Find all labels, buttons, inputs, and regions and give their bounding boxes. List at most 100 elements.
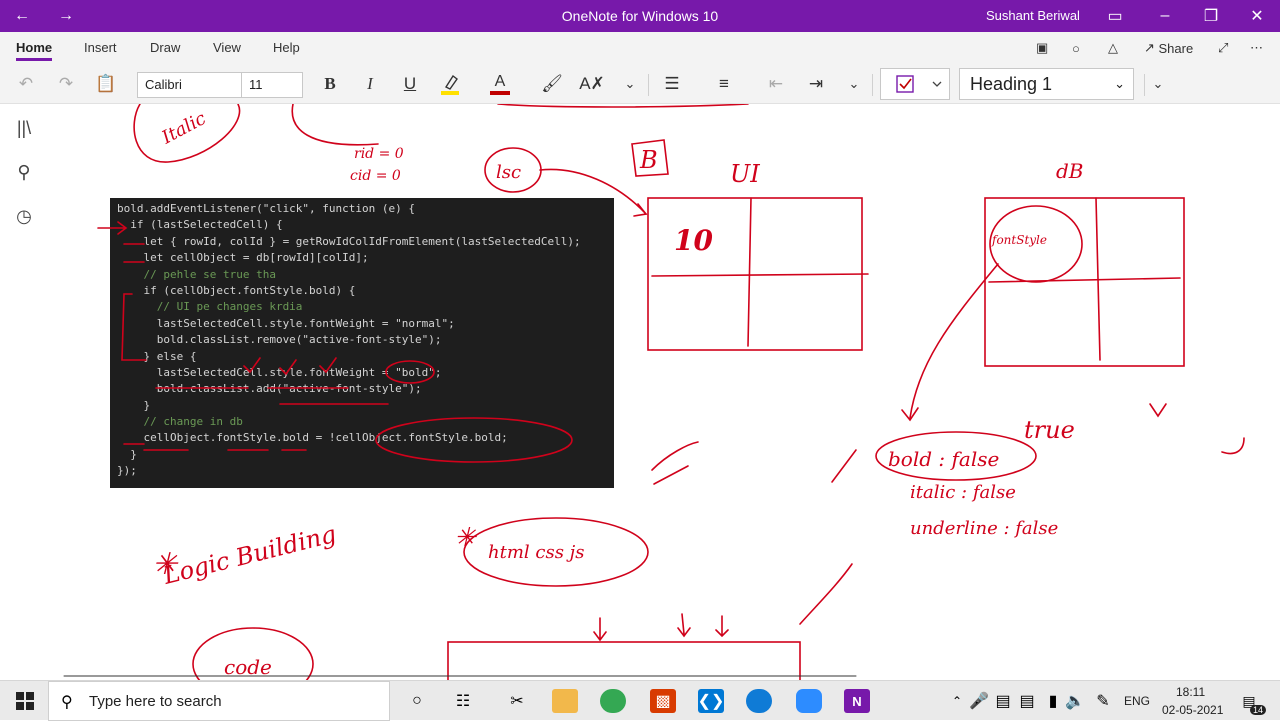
bold-button[interactable]: B (318, 70, 342, 98)
ink-arrowhead-lsc (633, 203, 648, 217)
tab-draw[interactable]: Draw (150, 40, 180, 55)
ink-squiggle (1221, 437, 1245, 455)
lightbulb-icon[interactable]: ○ (1072, 32, 1080, 64)
ink-arrow-lsc (539, 168, 647, 215)
ink-tick (831, 449, 857, 483)
tab-view[interactable]: View (213, 40, 241, 55)
chrome-icon[interactable] (600, 689, 626, 713)
note-canvas[interactable]: bold.addEventListener("click", function … (48, 104, 1280, 680)
vscode-icon[interactable]: ❮❯ (698, 689, 724, 713)
redo-icon[interactable]: ↷ (54, 70, 78, 98)
zoom-icon[interactable] (796, 689, 822, 713)
indent-icon[interactable]: ⇥ (804, 70, 828, 98)
clock-date[interactable]: 02-05-2021 (1162, 703, 1223, 717)
network-icon[interactable]: ▤ (1014, 689, 1040, 713)
language-indicator[interactable]: ENG (1124, 694, 1150, 708)
taskbar-search-box[interactable]: ⚲ Type here to search (48, 681, 390, 721)
camera-icon[interactable]: ▤ (990, 689, 1016, 713)
ink-text-rid: rid = 0 (354, 146, 404, 162)
chevron-down-icon[interactable]: ⌄ (844, 70, 864, 98)
ink-text-logic-building: Logic Building (160, 520, 339, 590)
left-navigation: ||\ ⚲ ◷ (0, 104, 48, 680)
file-explorer-icon[interactable] (552, 689, 578, 713)
office-icon[interactable]: ▩ (650, 689, 676, 713)
notifications-button[interactable]: ▤ 14 (1236, 689, 1266, 715)
restore-icon[interactable]: ❐ (1196, 0, 1226, 32)
ink-ellipse-bold-string (385, 360, 435, 384)
search-icon[interactable]: ⚲ (12, 160, 36, 184)
tag-dropdown[interactable] (880, 68, 950, 100)
chevron-down-icon[interactable]: ⌄ (620, 70, 640, 98)
ink-arrow-down-3 (715, 615, 729, 638)
close-icon[interactable]: ✕ (1242, 0, 1272, 32)
onenote-icon[interactable]: N (844, 689, 870, 713)
bullets-icon[interactable]: ☰ (660, 70, 684, 98)
format-painter-icon[interactable]: 🖌 (540, 70, 564, 98)
notebooks-icon[interactable]: ||\ (12, 116, 36, 140)
chevron-down-icon[interactable]: ⌄ (1146, 70, 1170, 98)
font-name-field[interactable]: Calibri (137, 72, 242, 98)
tab-home[interactable]: Home (16, 40, 53, 61)
share-icon: ↗ (1144, 40, 1159, 55)
clock-time[interactable]: 18:11 (1176, 685, 1205, 699)
font-color-button[interactable]: A (488, 70, 512, 98)
font-color-bar (490, 91, 510, 95)
more-icon[interactable]: ⋯ (1250, 32, 1263, 64)
page-icon[interactable]: ▣ (1036, 32, 1048, 64)
options-icon[interactable]: ▭ (1100, 0, 1130, 32)
ink-text-bold-false: bold : false (888, 447, 999, 471)
user-name[interactable]: Sushant Beriwal (986, 0, 1080, 32)
ink-line-top (497, 104, 749, 108)
divider (872, 74, 873, 96)
cortana-icon[interactable]: ○ (404, 689, 430, 713)
volume-icon[interactable]: 🔈 (1062, 689, 1088, 713)
task-view-icon[interactable]: ☷ (450, 689, 476, 713)
ink-box-bottom (447, 641, 801, 680)
expand-icon[interactable]: ⤢ (1218, 32, 1228, 64)
highlighter-icon[interactable] (438, 70, 462, 98)
ink-star-2: ✳ (454, 523, 477, 553)
numbering-icon[interactable]: ≡ (712, 70, 736, 98)
pen-icon[interactable]: ✎ (1090, 689, 1116, 713)
italic-button[interactable]: I (358, 70, 382, 98)
minimize-icon[interactable]: – (1150, 0, 1180, 32)
ink-text-italic-false: italic : false (910, 482, 1016, 503)
ink-ellipse-code (375, 417, 573, 463)
tab-insert[interactable]: Insert (84, 40, 117, 55)
app-title: OneNote for Windows 10 (561, 8, 719, 24)
tab-help[interactable]: Help (273, 40, 300, 55)
notification-count: 14 (1249, 705, 1266, 715)
ink-underlines (143, 387, 389, 451)
taskbar: ⚲ Type here to search ○ ☷ ✂ ▩ ❮❯ N ⌃ 🎤 ▤… (0, 680, 1280, 721)
recent-icon[interactable]: ◷ (12, 204, 36, 228)
ink-text-db: dB (1056, 159, 1084, 183)
microphone-icon[interactable]: 🎤 (966, 689, 992, 713)
undo-icon[interactable]: ↶ (14, 70, 38, 98)
ink-text-ui: UI (730, 160, 760, 188)
clipboard-icon[interactable]: 📋 (94, 70, 118, 98)
ink-text-b: B (639, 146, 658, 174)
ink-arrow-down-1 (593, 617, 607, 642)
share-button[interactable]: ↗ Share (1144, 32, 1193, 64)
search-placeholder: Type here to search (89, 693, 222, 710)
ink-scribble (651, 441, 699, 485)
ink-text: 10 B UI dB lsc fontStyle true bold : fal… (152, 108, 1084, 679)
clear-format-icon[interactable]: A✗ (579, 70, 605, 98)
ink-bracket-code (121, 293, 147, 361)
windows-start-icon[interactable] (12, 689, 38, 713)
style-label: Heading 1 (970, 74, 1053, 94)
ink-text-underline-false: underline : false (910, 518, 1058, 539)
divider (648, 74, 649, 96)
bell-icon[interactable]: △ (1108, 32, 1118, 64)
checkbox-tag-icon (896, 75, 942, 93)
ink-text-true: true (1024, 416, 1075, 444)
ink-arrow-code-1 (97, 221, 128, 235)
style-dropdown[interactable]: Heading 1 ⌄ (959, 68, 1134, 100)
snipping-icon[interactable]: ✂ (504, 689, 530, 713)
outdent-icon[interactable]: ⇤ (764, 70, 788, 98)
divider (1144, 74, 1145, 96)
font-size-field[interactable]: 11 (241, 72, 303, 98)
highlighter-icon-svg (441, 74, 459, 95)
underline-button[interactable]: U (398, 70, 422, 98)
edge-icon[interactable] (746, 689, 772, 713)
